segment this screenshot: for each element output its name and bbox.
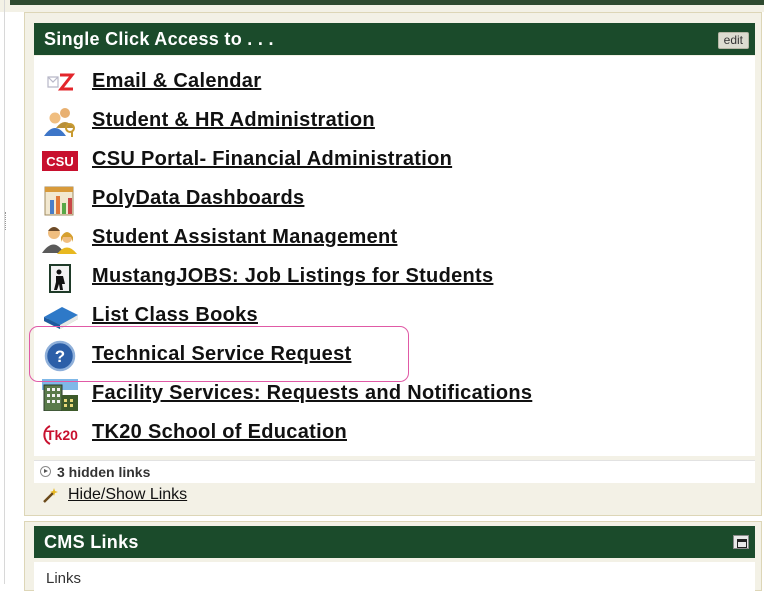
cms-links-portlet: CMS Links Links xyxy=(24,521,762,592)
link-student-assistant[interactable]: Student Assistant Management xyxy=(92,226,397,249)
hide-show-links-link[interactable]: Hide/Show Links xyxy=(68,486,187,504)
student-assistant-icon xyxy=(42,227,77,254)
links-list: Email & Calendar Student & HR Administra… xyxy=(34,56,755,456)
csu-logo-icon: CSU xyxy=(42,151,78,171)
svg-text:?: ? xyxy=(55,347,65,366)
link-student-hr[interactable]: Student & HR Administration xyxy=(92,109,375,132)
book-icon xyxy=(44,307,78,329)
link-facility-services[interactable]: Facility Services: Requests and Notifica… xyxy=(92,382,532,405)
left-divider xyxy=(4,0,5,584)
tk20-logo-text: Tk20 xyxy=(46,427,78,443)
link-class-books[interactable]: List Class Books xyxy=(92,304,258,327)
email-icon xyxy=(47,73,76,91)
link-csu-portal[interactable]: CSU Portal- Financial Administration xyxy=(92,148,452,171)
tk20-logo-icon: Tk20 xyxy=(43,425,78,445)
edit-button[interactable]: edit xyxy=(717,32,749,49)
resize-grip-icon[interactable] xyxy=(5,212,9,230)
link-email-calendar[interactable]: Email & Calendar xyxy=(92,70,261,93)
people-icon xyxy=(44,108,75,137)
building-icon xyxy=(42,379,78,411)
dashboard-chart-icon xyxy=(44,186,74,216)
csu-logo-text: CSU xyxy=(46,154,73,169)
page-top-bar xyxy=(10,0,764,5)
single-click-access-portlet: Single Click Access to . . . edit Email … xyxy=(24,12,762,516)
link-tk20[interactable]: TK20 School of Education xyxy=(92,421,347,444)
link-mustangjobs[interactable]: MustangJOBS: Job Listings for Students xyxy=(92,265,493,288)
jobs-door-icon xyxy=(49,264,71,293)
hide-show-links-row: Hide/Show Links xyxy=(34,483,755,507)
expand-arrow-icon[interactable] xyxy=(40,466,51,477)
magic-wand-icon xyxy=(43,488,58,503)
link-technical-service[interactable]: Technical Service Request xyxy=(92,343,351,366)
hidden-links-label[interactable]: 3 hidden links xyxy=(57,464,150,480)
cms-links-body: Links xyxy=(34,562,755,592)
page-top-band xyxy=(0,0,764,12)
cms-portlet-titlebar: CMS Links xyxy=(34,526,755,558)
portlet-titlebar: Single Click Access to . . . edit xyxy=(34,23,755,55)
portlet-title: Single Click Access to . . . xyxy=(44,29,274,49)
help-question-icon: ? xyxy=(44,340,76,372)
link-polydata[interactable]: PolyData Dashboards xyxy=(92,187,304,210)
hidden-links-toggle[interactable]: 3 hidden links xyxy=(34,460,755,483)
maximize-icon[interactable] xyxy=(733,535,749,549)
cms-portlet-title: CMS Links xyxy=(44,532,139,552)
cms-links-text: Links xyxy=(46,570,82,587)
